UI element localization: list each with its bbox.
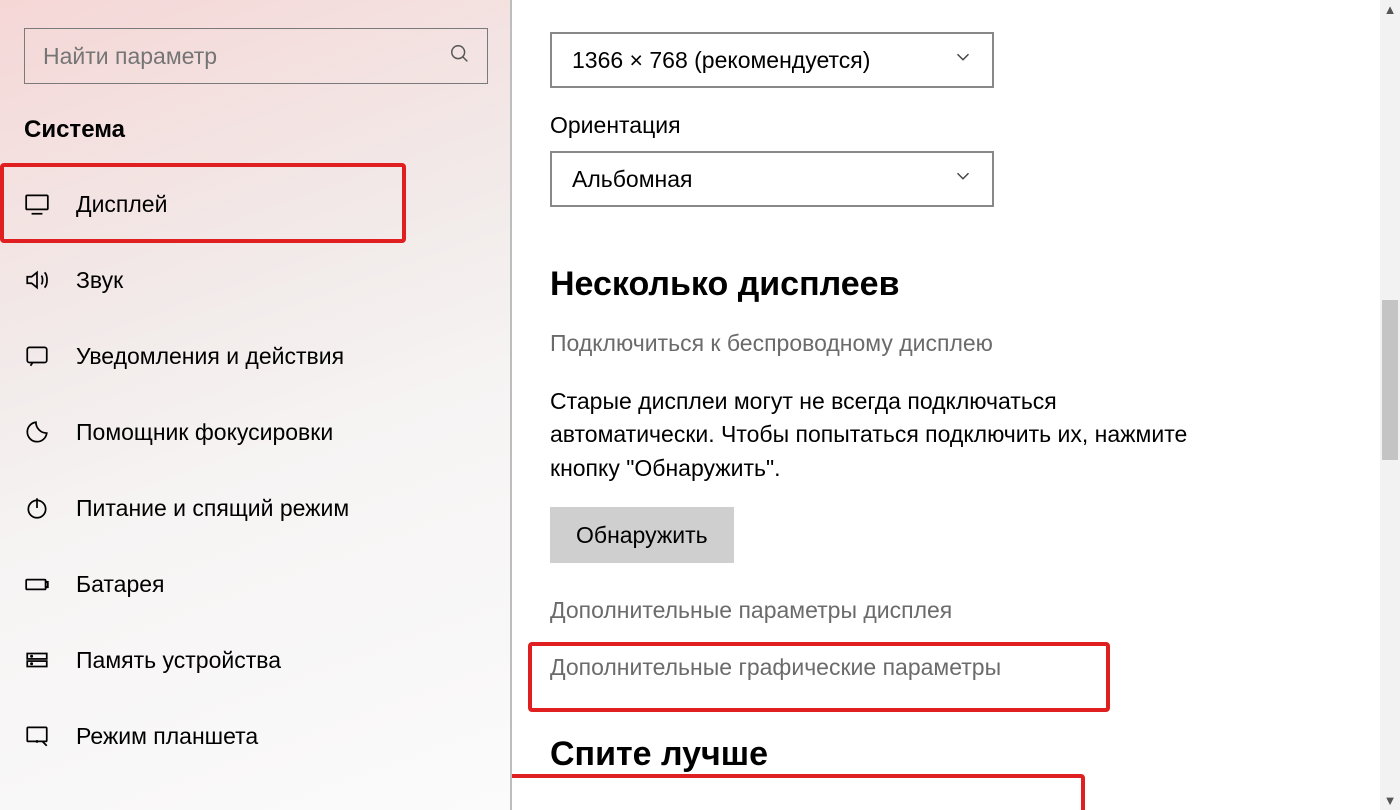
highlight-box-display bbox=[0, 163, 406, 243]
sidebar-item-battery[interactable]: Батарея bbox=[0, 546, 512, 622]
sidebar-item-label: Звук bbox=[76, 267, 123, 294]
sidebar-item-label: Батарея bbox=[76, 571, 165, 598]
sidebar-item-power-sleep[interactable]: Питание и спящий режим bbox=[0, 470, 512, 546]
multiple-displays-title: Несколько дисплеев bbox=[550, 265, 1400, 304]
sidebar-item-label: Память устройства bbox=[76, 647, 281, 674]
sidebar-item-label: Режим планшета bbox=[76, 723, 258, 750]
scrollbar-arrow-down-icon[interactable]: ▼ bbox=[1380, 793, 1400, 808]
resolution-dropdown[interactable]: 1366 × 768 (рекомендуется) bbox=[550, 32, 994, 88]
chevron-down-icon bbox=[952, 46, 974, 74]
search-input-wrap[interactable] bbox=[24, 28, 488, 84]
tablet-icon bbox=[24, 723, 76, 749]
orientation-dropdown[interactable]: Альбомная bbox=[550, 151, 994, 207]
advanced-display-settings-link[interactable]: Дополнительные параметры дисплея bbox=[550, 597, 1400, 624]
detect-button[interactable]: Обнаружить bbox=[550, 507, 734, 563]
sidebar-item-focus-assist[interactable]: Помощник фокусировки bbox=[0, 394, 512, 470]
resolution-value: 1366 × 768 (рекомендуется) bbox=[572, 47, 870, 74]
highlight-box-graphics-link-abs bbox=[528, 642, 1110, 712]
sleep-better-title: Спите лучше bbox=[550, 735, 1400, 774]
moon-icon bbox=[24, 419, 76, 445]
battery-icon bbox=[24, 571, 76, 597]
search-input[interactable] bbox=[43, 43, 449, 70]
sidebar-item-tablet-mode[interactable]: Режим планшета bbox=[0, 698, 512, 774]
sidebar-item-label: Уведомления и действия bbox=[76, 343, 344, 370]
storage-icon bbox=[24, 647, 76, 673]
scrollbar-thumb[interactable] bbox=[1382, 300, 1398, 460]
notification-icon bbox=[24, 343, 76, 369]
search-icon bbox=[449, 43, 471, 70]
sidebar-item-label: Помощник фокусировки bbox=[76, 419, 333, 446]
sidebar-item-storage[interactable]: Память устройства bbox=[0, 622, 512, 698]
connect-wireless-display-link[interactable]: Подключиться к беспроводному дисплею bbox=[550, 330, 1400, 357]
old-displays-description: Старые дисплеи могут не всегда подключат… bbox=[550, 385, 1190, 485]
scrollbar-arrow-up-icon[interactable]: ▲ bbox=[1380, 2, 1400, 17]
sidebar-category: Система bbox=[0, 112, 512, 166]
power-icon bbox=[24, 495, 76, 521]
orientation-label: Ориентация bbox=[550, 112, 1400, 139]
scrollbar[interactable]: ▲ ▼ bbox=[1380, 0, 1400, 810]
sound-icon bbox=[24, 267, 76, 293]
orientation-value: Альбомная bbox=[572, 166, 692, 193]
sidebar-item-label: Питание и спящий режим bbox=[76, 495, 349, 522]
sidebar-item-sound[interactable]: Звук bbox=[0, 242, 512, 318]
sidebar: Система Дисплей Звук Уведомления и дейст… bbox=[0, 0, 512, 810]
highlight-box-graphics-link bbox=[512, 774, 1085, 810]
chevron-down-icon bbox=[952, 165, 974, 193]
sidebar-item-notifications[interactable]: Уведомления и действия bbox=[0, 318, 512, 394]
